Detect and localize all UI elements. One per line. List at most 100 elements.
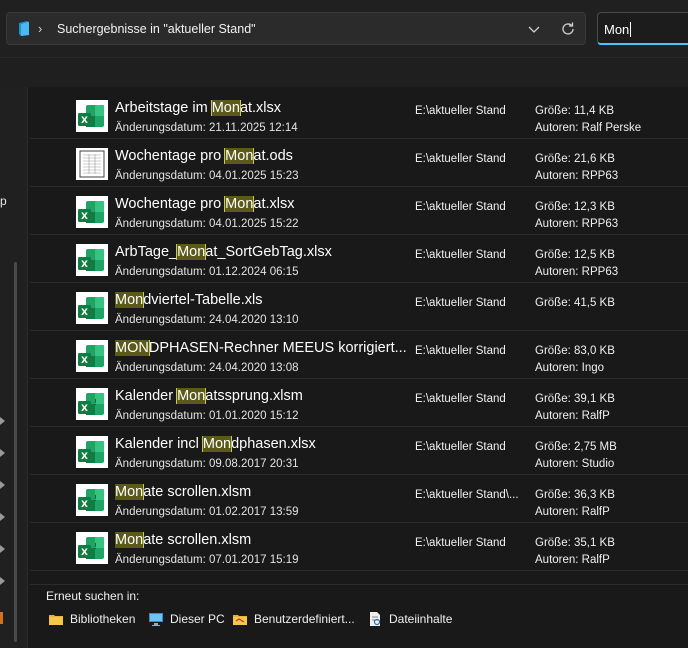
excel-file-icon: X bbox=[76, 292, 108, 324]
file-name-suffix: DPHASEN-Rechner MEEUS korrigiert... bbox=[148, 340, 407, 356]
file-name-prefix: Kalender bbox=[115, 388, 178, 404]
result-row[interactable]: X MONDPHASEN-Rechner MEEUS korrigiert...… bbox=[30, 331, 688, 379]
address-bar[interactable]: › Suchergebnisse in "aktueller Stand" bbox=[6, 12, 586, 45]
file-size: Größe: 21,6 KB bbox=[535, 153, 615, 165]
file-name[interactable]: ArbTage_Monat_SortGebTag.xlsx bbox=[115, 244, 332, 260]
nav-scrollbar[interactable] bbox=[14, 262, 17, 642]
refresh-icon[interactable] bbox=[559, 20, 577, 38]
file-size: Größe: 35,1 KB bbox=[535, 537, 615, 549]
result-row[interactable]: X Kalender incl Mondphasen.xlsx Änderung… bbox=[30, 427, 688, 475]
search-match-highlight: Mon bbox=[201, 436, 233, 452]
file-authors: Autoren: Ingo bbox=[535, 362, 605, 374]
excel-macro-file-icon: ! X bbox=[76, 532, 108, 564]
file-name-suffix: atssprung.xlsm bbox=[205, 388, 303, 404]
expand-arrow-icon[interactable] bbox=[0, 449, 6, 457]
file-name-prefix: ArbTage_ bbox=[115, 244, 178, 260]
excel-file-icon: X bbox=[76, 100, 108, 132]
file-authors: Autoren: RalfP bbox=[535, 506, 610, 518]
file-name[interactable]: Monate scrollen.xlsm bbox=[115, 484, 251, 500]
file-location: E:\aktueller Stand bbox=[415, 249, 506, 261]
navigation-pane: p bbox=[0, 87, 28, 648]
search-match-highlight: MON bbox=[115, 340, 150, 356]
modified-date: Änderungsdatum: 24.04.2020 13:08 bbox=[115, 362, 299, 374]
nav-item-marker bbox=[0, 612, 3, 624]
modified-date: Änderungsdatum: 07.01.2017 15:19 bbox=[115, 554, 299, 566]
search-again-title: Erneut suchen in: bbox=[46, 589, 140, 603]
search-query: Mon bbox=[604, 22, 630, 37]
file-name-prefix: Kalender incl bbox=[115, 436, 203, 452]
file-location: E:\aktueller Stand bbox=[415, 537, 506, 549]
excel-file-icon: X bbox=[76, 244, 108, 276]
file-location: E:\aktueller Stand bbox=[415, 441, 506, 453]
svg-text:X: X bbox=[81, 548, 88, 558]
folder-icon bbox=[19, 21, 29, 36]
search-match-highlight: Mon bbox=[115, 292, 145, 308]
this-pc-icon bbox=[149, 613, 163, 626]
svg-text:X: X bbox=[81, 116, 88, 126]
file-name[interactable]: Wochentage pro Monat.ods bbox=[115, 148, 293, 164]
file-name-suffix: at_SortGebTag.xlsx bbox=[205, 244, 332, 260]
file-name-suffix: ate scrollen.xlsm bbox=[143, 484, 252, 500]
result-row[interactable]: ! X Monate scrollen.xlsm Änderungsdatum:… bbox=[30, 475, 688, 523]
expand-arrow-icon[interactable] bbox=[0, 545, 6, 553]
chevron-down-icon[interactable] bbox=[527, 22, 541, 36]
expand-arrow-icon[interactable] bbox=[0, 417, 6, 425]
file-name-prefix: Wochentage pro bbox=[115, 196, 226, 212]
search-match-highlight: Mon bbox=[115, 532, 145, 548]
file-name[interactable]: Monate scrollen.xlsm bbox=[115, 532, 251, 548]
file-name-suffix: dviertel-Tabelle.xls bbox=[143, 292, 263, 308]
file-name-prefix: Wochentage pro bbox=[115, 148, 226, 164]
file-size: Größe: 83,0 KB bbox=[535, 345, 615, 357]
search-again-panel: Erneut suchen in: Bibliotheken Dieser PC… bbox=[30, 584, 688, 648]
file-location: E:\aktueller Stand bbox=[415, 393, 506, 405]
search-match-highlight: Mon bbox=[224, 148, 255, 164]
file-name-suffix: ate scrollen.xlsm bbox=[143, 532, 252, 548]
result-row[interactable]: X Wochentage pro Monat.xlsx Änderungsdat… bbox=[30, 187, 688, 235]
file-name[interactable]: Kalender incl Mondphasen.xlsx bbox=[115, 436, 316, 452]
svg-text:!: ! bbox=[94, 494, 97, 503]
file-name[interactable]: Arbeitstage im Monat.xlsx bbox=[115, 100, 281, 116]
expand-arrow-icon[interactable] bbox=[0, 577, 6, 585]
breadcrumb-path[interactable]: Suchergebnisse in "aktueller Stand" bbox=[57, 22, 256, 36]
result-row[interactable]: ! X Monate scrollen.xlsm Änderungsdatum:… bbox=[30, 523, 688, 571]
file-name-suffix: dphasen.xlsx bbox=[231, 436, 316, 452]
file-authors: Autoren: Studio bbox=[535, 458, 615, 470]
file-name[interactable]: MONDPHASEN-Rechner MEEUS korrigiert... bbox=[115, 340, 407, 356]
modified-date: Änderungsdatum: 21.11.2025 12:14 bbox=[115, 122, 298, 134]
custom-folder-icon bbox=[233, 615, 247, 625]
svg-text:X: X bbox=[81, 260, 88, 270]
search-input[interactable]: Mon bbox=[597, 12, 688, 45]
expand-arrow-icon[interactable] bbox=[0, 513, 6, 521]
result-row[interactable]: ! X Kalender Monatssprung.xlsm Änderungs… bbox=[30, 379, 688, 427]
file-size: Größe: 39,1 KB bbox=[535, 393, 615, 405]
modified-date: Änderungsdatum: 01.01.2020 15:12 bbox=[115, 410, 299, 422]
excel-macro-file-icon: ! X bbox=[76, 388, 108, 420]
address-toolbar: › Suchergebnisse in "aktueller Stand" Mo… bbox=[0, 0, 688, 57]
file-size: Größe: 11,4 KB bbox=[535, 105, 615, 117]
file-authors: Autoren: RPP63 bbox=[535, 266, 619, 278]
svg-text:X: X bbox=[81, 452, 88, 462]
search-match-highlight: Mon bbox=[176, 244, 207, 260]
result-row[interactable]: X Arbeitstage im Monat.xlsx Änderungsdat… bbox=[30, 91, 688, 139]
excel-file-icon: X bbox=[76, 196, 108, 228]
file-name-suffix: at.xlsx bbox=[239, 100, 282, 116]
file-authors: Autoren: RPP63 bbox=[535, 218, 619, 230]
result-row[interactable]: X ArbTage_Monat_SortGebTag.xlsx Änderung… bbox=[30, 235, 688, 283]
search-match-highlight: Mon bbox=[176, 388, 207, 404]
file-location: E:\aktueller Stand bbox=[415, 201, 506, 213]
file-size: Größe: 12,5 KB bbox=[535, 249, 615, 261]
file-name[interactable]: Wochentage pro Monat.xlsx bbox=[115, 196, 294, 212]
file-name[interactable]: Kalender Monatssprung.xlsm bbox=[115, 388, 303, 404]
nav-item-label-partial[interactable]: p bbox=[0, 194, 7, 208]
expand-arrow-icon[interactable] bbox=[0, 481, 6, 489]
file-authors: Autoren: RalfP bbox=[535, 410, 610, 422]
search-match-highlight: Mon bbox=[115, 484, 145, 500]
modified-date: Änderungsdatum: 24.04.2020 13:10 bbox=[115, 314, 299, 326]
file-size: Größe: 36,3 KB bbox=[535, 489, 615, 501]
file-location: E:\aktueller Stand bbox=[415, 297, 506, 309]
result-row[interactable]: Wochentage pro Monat.ods Änderungsdatum:… bbox=[30, 139, 688, 187]
result-row[interactable]: X Mondviertel-Tabelle.xls Änderungsdatum… bbox=[30, 283, 688, 331]
libraries-icon bbox=[49, 615, 63, 625]
file-name[interactable]: Mondviertel-Tabelle.xls bbox=[115, 292, 263, 308]
file-name-suffix: at.xlsx bbox=[253, 196, 295, 212]
